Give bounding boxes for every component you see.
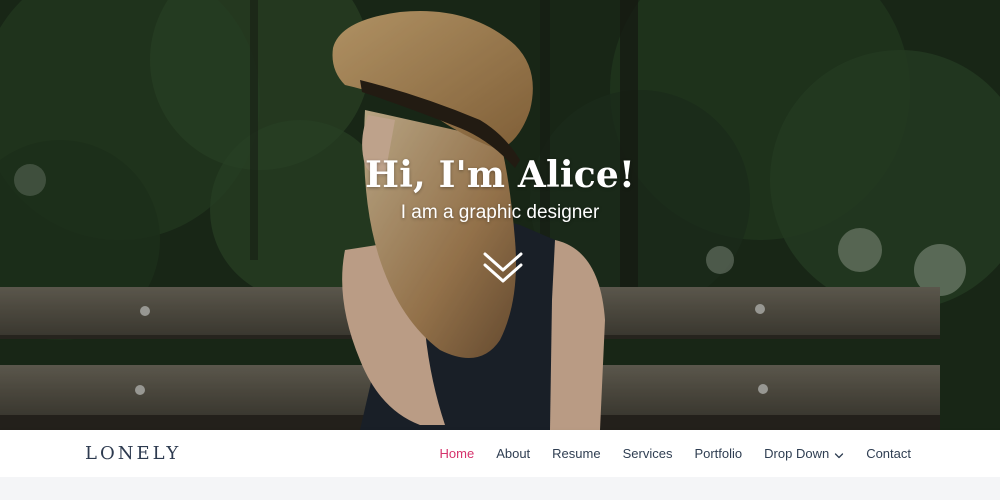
- chevron-down-icon: [834, 449, 844, 459]
- main-nav: Home About Resume Services Portfolio Dro…: [429, 430, 923, 477]
- nav-item-resume[interactable]: Resume: [541, 430, 611, 477]
- site-logo[interactable]: LONELY: [85, 430, 181, 477]
- page-background: [0, 477, 1000, 500]
- nav-item-label: Home: [439, 446, 475, 461]
- nav-item-home[interactable]: Home: [429, 430, 486, 477]
- nav-item-contact[interactable]: Contact: [855, 430, 922, 477]
- nav-item-label: Services: [622, 446, 673, 461]
- hero-section: Hi, I'm Alice! I am a graphic designer: [0, 0, 1000, 430]
- nav-item-label: Portfolio: [694, 446, 743, 461]
- nav-item-label: About: [496, 446, 531, 461]
- nav-item-dropdown[interactable]: Drop Down: [753, 430, 855, 477]
- nav-item-portfolio[interactable]: Portfolio: [683, 430, 753, 477]
- chevron-double-down-icon[interactable]: [482, 250, 524, 286]
- nav-item-about[interactable]: About: [485, 430, 541, 477]
- nav-item-label: Resume: [552, 446, 601, 461]
- hero-subtitle: I am a graphic designer: [400, 202, 600, 223]
- navbar: LONELY Home About Resume Services Portfo…: [0, 430, 1000, 477]
- hero-title: Hi, I'm Alice!: [365, 154, 635, 196]
- hero-content: Hi, I'm Alice! I am a graphic designer: [0, 153, 1000, 225]
- nav-item-services[interactable]: Services: [612, 430, 684, 477]
- nav-item-label: Contact: [866, 446, 911, 461]
- page: Hi, I'm Alice! I am a graphic designer L…: [0, 0, 1000, 500]
- nav-item-label: Drop Down: [764, 446, 830, 461]
